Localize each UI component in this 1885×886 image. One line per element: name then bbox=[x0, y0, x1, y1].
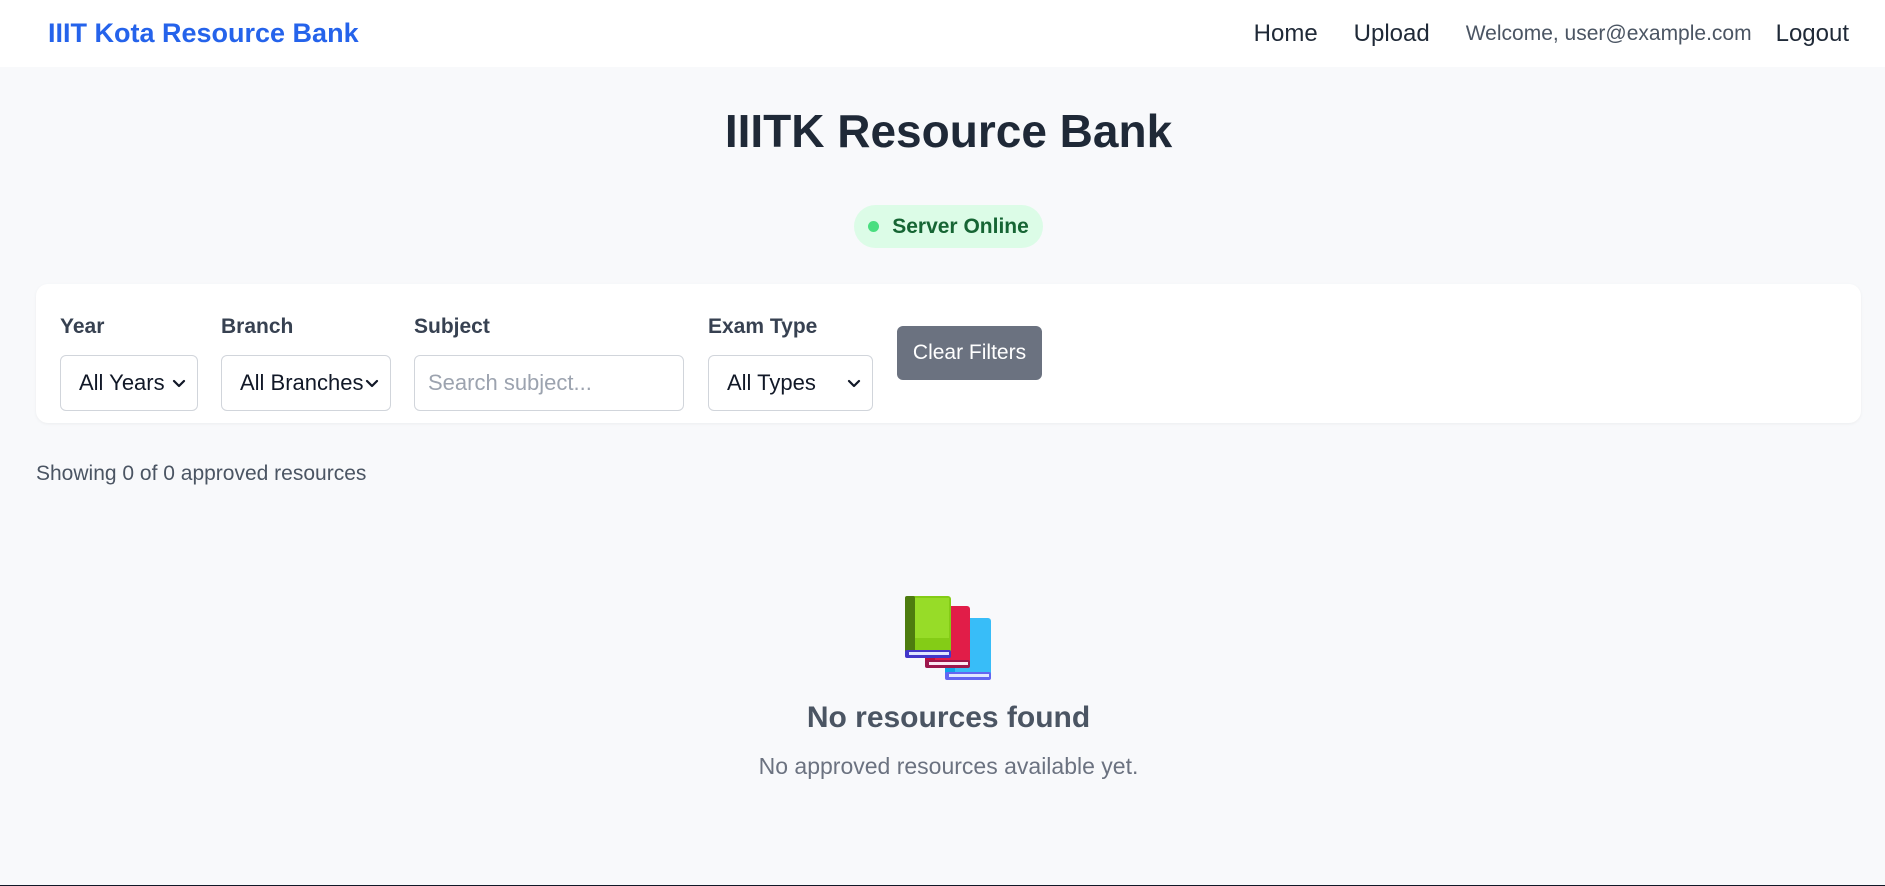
page-title: IIITK Resource Bank bbox=[724, 105, 1173, 157]
welcome-text: Welcome, user@example.com bbox=[1465, 21, 1752, 45]
nav-home-link[interactable]: Home bbox=[1254, 20, 1318, 48]
chevron-down-icon bbox=[365, 379, 379, 388]
results-count: Showing 0 of 0 approved resources bbox=[36, 462, 367, 485]
branch-select-value: All Branches bbox=[240, 370, 364, 395]
chevron-down-icon bbox=[847, 379, 861, 388]
exam-type-label: Exam Type bbox=[708, 315, 818, 338]
logout-button[interactable]: Logout bbox=[1776, 20, 1849, 48]
top-navbar: IIIT Kota Resource Bank Home Upload Welc… bbox=[0, 0, 1885, 67]
nav-upload-link[interactable]: Upload bbox=[1354, 20, 1430, 48]
subject-label: Subject bbox=[414, 315, 490, 338]
clear-filters-button[interactable]: Clear Filters bbox=[897, 326, 1042, 380]
subject-filter: Subject bbox=[414, 311, 684, 411]
exam-type-select-value: All Types bbox=[727, 370, 816, 395]
branch-label: Branch bbox=[221, 315, 294, 338]
exam-type-select[interactable]: All Types bbox=[708, 355, 873, 411]
year-label: Year bbox=[60, 315, 105, 338]
subject-search-input[interactable] bbox=[414, 355, 684, 411]
chevron-down-icon bbox=[172, 379, 186, 388]
year-select[interactable]: All Years bbox=[60, 355, 198, 411]
brand-logo[interactable]: IIIT Kota Resource Bank bbox=[48, 18, 359, 49]
nav-menu: Home Upload Welcome, user@example.com Lo… bbox=[1254, 20, 1849, 48]
year-filter: Year All Years bbox=[60, 311, 198, 411]
status-text: Server Online bbox=[892, 214, 1029, 238]
branch-select[interactable]: All Branches bbox=[221, 355, 391, 411]
branch-filter: Branch All Branches bbox=[221, 311, 391, 411]
exam-type-filter: Exam Type All Types bbox=[708, 311, 873, 411]
empty-state: No resources found No approved resources… bbox=[0, 594, 1885, 780]
books-icon bbox=[904, 596, 991, 680]
status-dot-icon bbox=[868, 221, 880, 232]
empty-state-title: No resources found bbox=[806, 701, 1091, 734]
server-status-badge: Server Online bbox=[854, 205, 1043, 248]
empty-state-subtitle: No approved resources available yet. bbox=[758, 753, 1139, 779]
filter-panel: Year All Years Branch All Branches Subje… bbox=[36, 284, 1861, 423]
year-select-value: All Years bbox=[79, 370, 165, 395]
